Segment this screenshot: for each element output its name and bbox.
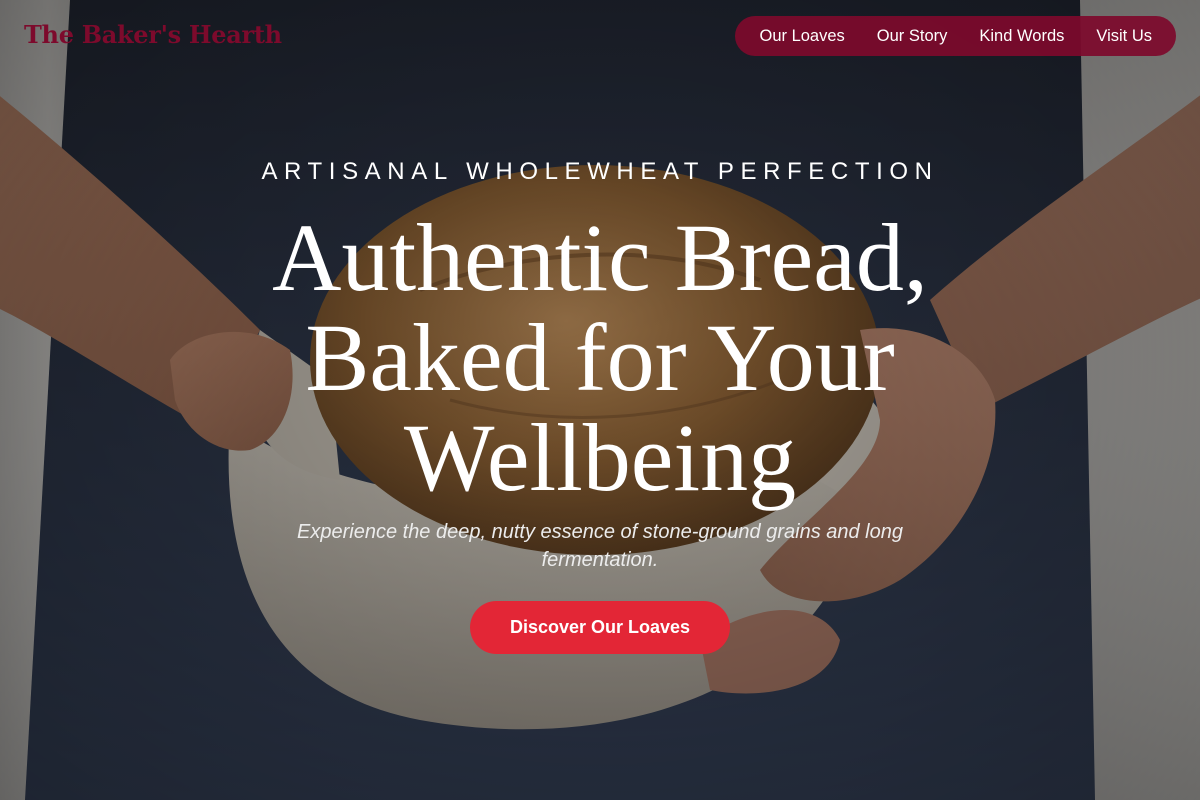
nav-link-our-loaves[interactable]: Our Loaves [743, 16, 860, 56]
main-nav: Our Loaves Our Story Kind Words Visit Us [735, 16, 1176, 56]
nav-link-kind-words[interactable]: Kind Words [963, 16, 1080, 56]
hero-headline: Authentic Bread, Baked for Your Wellbein… [150, 208, 1050, 508]
headline-line-1: Authentic Bread, [272, 204, 928, 311]
hero-subhead: Experience the deep, nutty essence of st… [297, 521, 903, 571]
brand-logo[interactable]: The Baker's Hearth [24, 20, 282, 49]
headline-line-3: Wellbeing [403, 404, 797, 511]
nav-link-visit-us[interactable]: Visit Us [1080, 16, 1168, 56]
hero-eyebrow: ARTISANAL WHOLEWHEAT PERFECTION [261, 158, 939, 185]
nav-link-our-story[interactable]: Our Story [861, 16, 964, 56]
discover-loaves-button[interactable]: Discover Our Loaves [470, 601, 730, 654]
headline-line-2: Baked for Your [305, 304, 895, 411]
